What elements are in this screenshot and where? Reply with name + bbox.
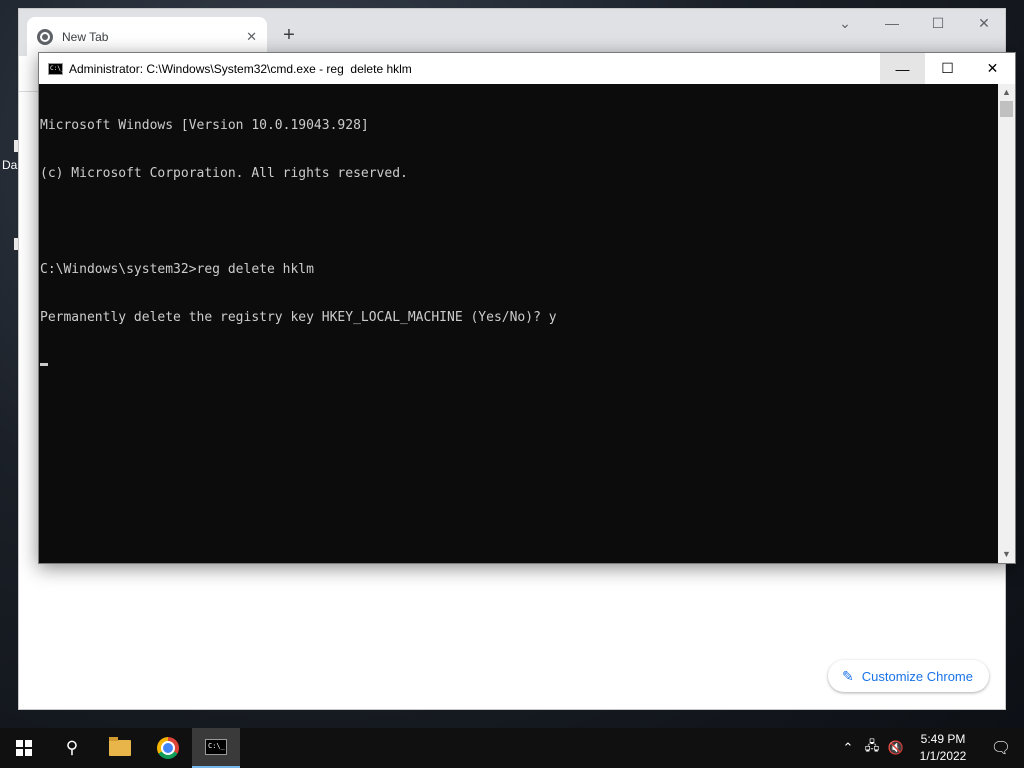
cmd-close-button[interactable]: ✕ — [970, 53, 1015, 84]
system-tray: ⌃ 🖧 🔇 5:49 PM 1/1/2022 🗨 — [836, 728, 1024, 768]
scroll-up-arrow-icon[interactable]: ▲ — [998, 84, 1015, 101]
search-icon: ⚲ — [65, 738, 79, 757]
volume-muted-icon[interactable]: 🔇 — [884, 740, 908, 756]
cmd-window-controls: — ☐ ✕ — [880, 53, 1015, 84]
taskbar-file-explorer[interactable] — [96, 728, 144, 768]
taskbar: ⚲ C:\_ ⌃ 🖧 🔇 5:49 PM 1/1/2022 🗨 — [0, 728, 1024, 768]
pencil-icon: ✎ — [842, 667, 854, 684]
clock[interactable]: 5:49 PM 1/1/2022 — [908, 731, 978, 765]
tab-close-icon[interactable]: ✕ — [246, 29, 257, 45]
tab-title: New Tab — [62, 29, 109, 44]
chrome-icon — [157, 737, 179, 759]
new-tab-button[interactable]: + — [277, 23, 301, 47]
cmd-window: C:\_ Administrator: C:\Windows\System32\… — [38, 52, 1016, 564]
cmd-maximize-button[interactable]: ☐ — [925, 53, 970, 84]
cmd-icon: C:\_ — [205, 739, 227, 755]
chrome-favicon-icon — [37, 28, 53, 45]
scroll-thumb[interactable] — [1000, 101, 1013, 117]
tab-new-tab[interactable]: New Tab ✕ — [27, 17, 267, 56]
console-line: C:\Windows\system32>reg delete hklm — [40, 262, 314, 277]
clock-date: 1/1/2022 — [919, 749, 967, 763]
cmd-titlebar[interactable]: C:\_ Administrator: C:\Windows\System32\… — [39, 53, 1015, 84]
cmd-minimize-button[interactable]: — — [880, 53, 925, 84]
cmd-scrollbar[interactable]: ▲ ▼ — [998, 84, 1015, 563]
chrome-maximize-button[interactable]: ☐ — [915, 15, 961, 32]
notifications-icon[interactable]: 🗨 — [978, 728, 1024, 768]
show-hidden-icons-chevron-icon[interactable]: ⌃ — [836, 740, 860, 756]
text-cursor — [40, 363, 48, 366]
customize-chrome-label: Customize Chrome — [861, 668, 973, 684]
clock-time: 5:49 PM — [920, 732, 966, 746]
desktop-icon-label[interactable]: Da — [2, 158, 17, 172]
console-line: Microsoft Windows [Version 10.0.19043.92… — [40, 118, 369, 133]
cmd-console-output[interactable]: Microsoft Windows [Version 10.0.19043.92… — [39, 84, 998, 563]
taskbar-search-button[interactable]: ⚲ — [48, 728, 96, 768]
start-button[interactable] — [0, 728, 48, 768]
console-line: (c) Microsoft Corporation. All rights re… — [40, 166, 408, 181]
file-explorer-icon — [109, 737, 131, 756]
network-icon[interactable]: 🖧 — [860, 737, 884, 759]
cmd-window-title: Administrator: C:\Windows\System32\cmd.e… — [69, 61, 412, 76]
taskbar-chrome[interactable] — [144, 728, 192, 768]
console-cursor-line — [40, 358, 998, 374]
scroll-down-arrow-icon[interactable]: ▼ — [998, 546, 1015, 563]
customize-chrome-button[interactable]: ✎ Customize Chrome — [828, 660, 989, 692]
chrome-tab-strip: New Tab ✕ + ⌄ — ☐ ✕ — [19, 9, 1005, 56]
console-line: Permanently delete the registry key HKEY… — [40, 310, 557, 325]
chrome-minimize-button[interactable]: — — [869, 15, 915, 31]
windows-logo-icon — [16, 740, 32, 756]
cmd-app-icon[interactable]: C:\_ — [48, 62, 64, 75]
tab-search-chevron-icon[interactable]: ⌄ — [822, 15, 868, 32]
taskbar-cmd[interactable]: C:\_ — [192, 728, 240, 768]
chrome-close-button[interactable]: ✕ — [961, 15, 1007, 32]
